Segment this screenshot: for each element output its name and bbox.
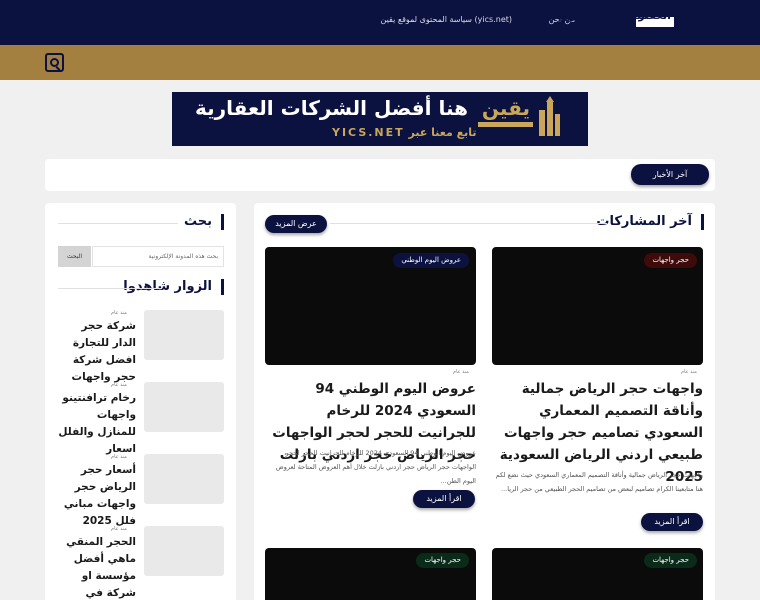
post-category-tag[interactable]: عروض اليوم الوطني [393,253,469,268]
search-button[interactable] [45,53,64,72]
popular-post-title[interactable]: رخام ترافنتينو واجهات للمنازل والفلل اسع… [58,390,136,458]
popular-post-date: منذ عام [110,382,127,388]
search-icon [50,58,59,67]
popular-post-title[interactable]: الحجر المنقي ماهي أفضل مؤسسة او شركة في … [58,534,136,600]
banner-headline: هنا أفضل الشركات العقارية [194,96,468,120]
popular-post-thumbnail[interactable] [144,454,224,504]
latest-news-label[interactable]: آخر الأخبار [631,164,709,185]
nav-item-personalities[interactable]: شخصيات [599,9,648,22]
popular-post-title[interactable]: شركة حجر الدار للتجارة افضل شركة حجر واج… [58,318,136,386]
popular-post-thumbnail[interactable] [144,526,224,576]
show-more-button[interactable]: عرض المزيد [265,215,327,233]
banner-brand-underline [478,122,533,127]
post-date: منذ عام [452,369,469,375]
post-date: منذ عام [680,369,697,375]
popular-post-thumbnail[interactable] [144,382,224,432]
nav-item-real-estate[interactable]: شركات العقار [638,9,714,22]
latest-posts-title: آخر المشاركات [596,214,704,230]
popular-post-date: منذ عام [110,310,127,316]
popular-post-title[interactable]: أسعار حجر الرياض حجر واجهات مباني فلل 20… [58,462,136,530]
popular-posts-title: الزوار شاهدوا [123,279,224,295]
post-category-tag[interactable]: حجر واجهات [644,553,697,568]
search-widget-title: بحث [184,214,224,230]
blog-search-input[interactable]: بحث هذه المدونة الإلكترونية [92,246,224,267]
building-logo-icon [539,96,560,136]
popular-post-date: منذ عام [110,526,127,532]
blog-search-button[interactable]: البحث [58,246,91,267]
banner-brand: يقين [481,96,530,120]
post-excerpt: عروض اليوم الوطني 94 السعودي 2024 للرخام… [275,449,476,485]
banner-domain: تابع معنا عبر YICS.NET [332,126,477,139]
nav-item-facade-stone[interactable]: حجر واجهات [524,9,592,22]
read-more-button[interactable]: اقرأ المزيد [641,513,703,531]
main-nav [0,45,760,80]
post-excerpt: واجهات حجر الرياض جمالية وأناقة التصميم … [495,471,703,493]
popular-post-date: منذ عام [110,454,127,460]
post-category-tag[interactable]: حجر واجهات [416,553,469,568]
section-divider [58,288,162,289]
content-policy-link[interactable]: سياسة المحتوى لموقع يقين (yics.net) [381,15,512,24]
section-divider [330,223,607,224]
post-category-tag[interactable]: حجر واجهات [644,253,697,268]
popular-post-thumbnail[interactable] [144,310,224,360]
news-ticker [45,159,715,191]
ad-banner[interactable]: هنا أفضل الشركات العقارية تابع معنا عبر … [172,92,588,146]
read-more-button[interactable]: اقرأ المزيد [413,490,475,508]
section-divider [58,223,178,224]
